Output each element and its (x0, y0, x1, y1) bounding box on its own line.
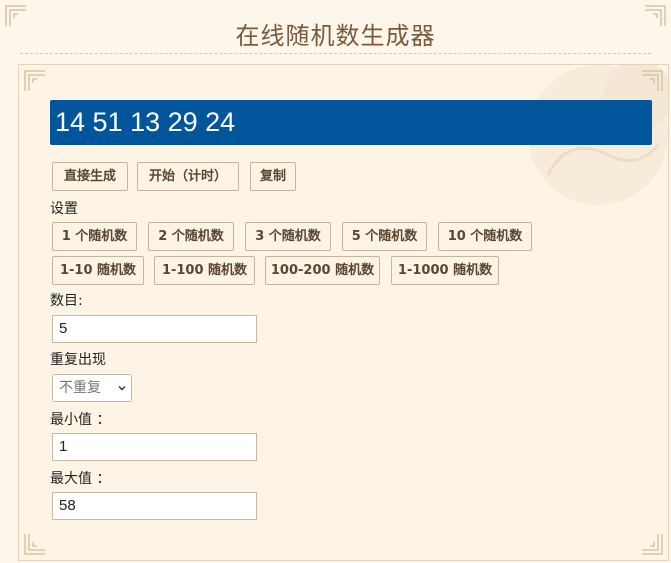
page-header: 在线随机数生成器 (0, 0, 671, 54)
count-input[interactable]: 5 (52, 315, 257, 343)
repeat-select[interactable]: 不重复 (52, 374, 132, 402)
preset-count-button[interactable]: 3 个随机数 (245, 222, 331, 251)
header-divider (20, 53, 651, 54)
max-input[interactable]: 58 (52, 492, 257, 520)
repeat-label: 重复出现 (50, 352, 106, 368)
chevron-down-icon (118, 386, 126, 391)
preset-count-button[interactable]: 5 个随机数 (342, 222, 427, 251)
preset-range-button[interactable]: 100-200 随机数 (265, 256, 380, 285)
preset-count-button[interactable]: 1 个随机数 (52, 222, 137, 251)
generator-panel: 14 51 13 29 24 直接生成 开始（计时） 复制 设置 1 个随机数 … (18, 64, 669, 561)
copy-button[interactable]: 复制 (250, 162, 296, 191)
max-label: 最大值 ： (50, 471, 111, 487)
generate-button[interactable]: 直接生成 (52, 162, 128, 191)
preset-count-button[interactable]: 2 个随机数 (148, 222, 234, 251)
result-display: 14 51 13 29 24 (50, 100, 652, 145)
preset-count-button[interactable]: 10 个随机数 (438, 222, 532, 251)
min-label: 最小值 ： (50, 412, 111, 428)
corner-ornament-icon (24, 534, 45, 555)
settings-label: 设置 (50, 201, 78, 217)
preset-range-button[interactable]: 1-10 随机数 (52, 256, 144, 285)
min-input[interactable]: 1 (52, 433, 257, 461)
corner-ornament-icon (642, 70, 663, 91)
count-label: 数目: (50, 293, 83, 309)
corner-ornament-icon (24, 70, 45, 91)
preset-range-button[interactable]: 1-100 随机数 (154, 256, 255, 285)
page-title: 在线随机数生成器 (235, 22, 436, 50)
repeat-select-value: 不重复 (59, 380, 101, 396)
corner-ornament-icon (642, 534, 663, 555)
start-timed-button[interactable]: 开始（计时） (137, 162, 239, 191)
preset-range-button[interactable]: 1-1000 随机数 (391, 256, 499, 285)
